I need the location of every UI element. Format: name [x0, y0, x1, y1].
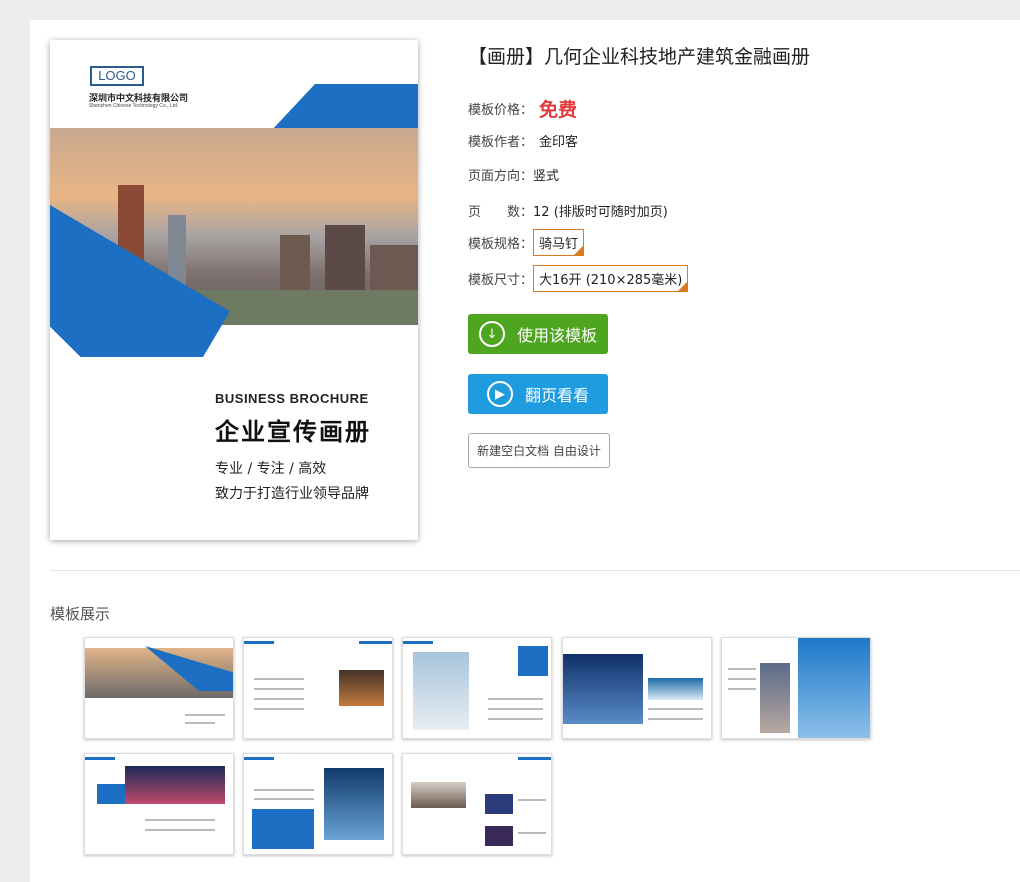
play-icon: ▶: [486, 381, 513, 407]
flip-preview-button[interactable]: ▶ 翻页看看: [468, 374, 608, 414]
cover-company-en: Shenzhen Chinese Technology Co., Ltd.: [89, 103, 179, 109]
page-thumbnail[interactable]: [84, 637, 234, 739]
author-value: 金印客: [539, 135, 579, 150]
cover-heading-en: BUSINESS BROCHURE: [215, 391, 369, 406]
use-template-label: 使用该模板: [516, 326, 597, 345]
new-blank-document-button[interactable]: 新建空白文档 自由设计: [468, 433, 610, 468]
author-row: 模板作者： 金印客: [468, 131, 578, 150]
size-label: 模板尺寸：: [468, 273, 534, 288]
page-thumbnail[interactable]: [562, 637, 712, 739]
spec-label: 模板规格：: [468, 237, 534, 252]
flip-preview-label: 翻页看看: [524, 386, 589, 405]
spec-row: 模板规格： 骑马钉: [468, 229, 585, 256]
spec-option[interactable]: 骑马钉: [533, 229, 585, 256]
page-thumbnail[interactable]: [402, 637, 552, 739]
cover-heading-cn: 企业宣传画册: [215, 418, 371, 446]
orientation-label: 页面方向：: [468, 169, 534, 184]
price-value: 免费: [539, 99, 578, 121]
use-template-button[interactable]: ↓ 使用该模板: [468, 314, 608, 354]
page-thumbnail[interactable]: [243, 637, 393, 739]
author-label: 模板作者：: [468, 135, 534, 150]
page-thumbnail[interactable]: [243, 753, 393, 855]
price-row: 模板价格： 免费: [468, 95, 577, 122]
showcase-title: 模板展示: [50, 605, 111, 623]
orientation-value: 竖式: [533, 169, 560, 184]
cover-preview: LOGO 深圳市中文科技有限公司 Shenzhen Chinese Techno…: [50, 40, 418, 540]
orientation-row: 页面方向： 竖式: [468, 165, 559, 184]
cover-tagline: 专业 / 专注 / 高效: [215, 461, 327, 477]
price-label: 模板价格：: [468, 103, 534, 118]
divider: [50, 570, 1020, 571]
page-thumbnail[interactable]: [721, 637, 871, 739]
pages-row: 页 数： 12 (排版时可随时加页): [468, 201, 668, 220]
template-title: 【画册】几何企业科技地产建筑金融画册: [468, 46, 811, 68]
download-icon: ↓: [478, 321, 505, 347]
size-row: 模板尺寸： 大16开 (210×285毫米): [468, 265, 689, 292]
pages-label: 页 数：: [468, 205, 534, 220]
cover-logo: LOGO: [90, 66, 144, 86]
pages-value: 12 (排版时可随时加页): [533, 205, 668, 220]
page-thumbnail[interactable]: [402, 753, 552, 855]
size-option[interactable]: 大16开 (210×285毫米): [533, 265, 689, 292]
cover-tagline: 致力于打造行业领导品牌: [215, 486, 369, 502]
page-thumbnail[interactable]: [84, 753, 234, 855]
